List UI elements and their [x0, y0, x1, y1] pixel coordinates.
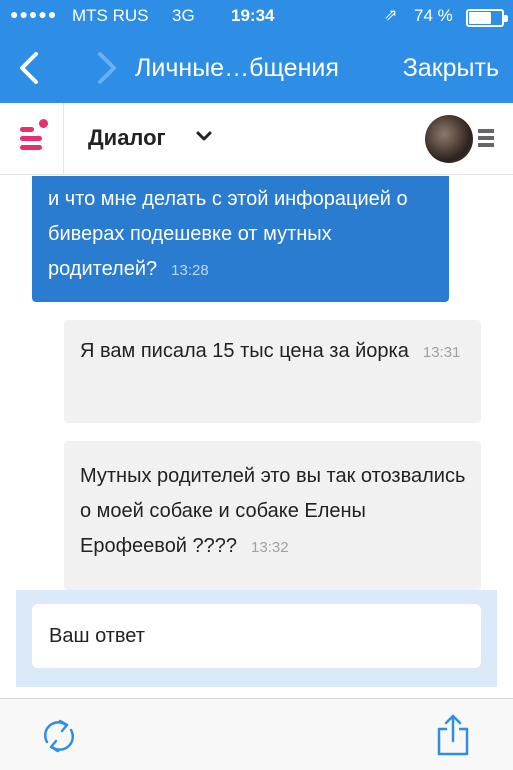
share-icon[interactable] [435, 713, 471, 757]
message-text: и что мне делать с этой инфорацией о бив… [48, 188, 408, 280]
signal-strength: ●●●●● [10, 6, 58, 22]
reply-input[interactable] [32, 604, 481, 668]
chevron-right-icon[interactable] [92, 48, 122, 88]
refresh-icon[interactable] [39, 716, 79, 756]
carrier-name: MTS RUS [72, 6, 149, 25]
message-incoming: Мутных родителей это вы так отозвались о… [64, 441, 481, 590]
message-outgoing: и что мне делать с этой инфорацией о бив… [32, 176, 449, 302]
message-list: и что мне делать с этой инфорацией о бив… [0, 176, 513, 590]
clock: 19:34 [231, 6, 275, 25]
message-time: 13:32 [251, 539, 289, 556]
battery-fill [469, 12, 492, 24]
message-incoming: Я вам писала 15 тыс цена за йорка 13:31 [64, 320, 481, 423]
location-icon: ⇗ [384, 7, 398, 24]
message-time: 13:31 [422, 344, 461, 361]
chevron-left-icon[interactable] [14, 48, 44, 88]
reply-area [16, 590, 497, 687]
bottom-toolbar [0, 698, 513, 770]
battery-percent: 74 % [414, 6, 453, 25]
message-text: Я вам писала 15 тыс цена за йорка 13:31 [80, 340, 461, 362]
menu-icon [20, 127, 34, 132]
app-header: Диалог [0, 103, 513, 175]
battery-icon [466, 9, 508, 27]
message-time: 13:28 [171, 262, 209, 279]
message-text: Мутных родителей это вы так отозвались о… [80, 465, 466, 557]
close-button[interactable]: Закрыть [403, 54, 499, 83]
dialog-title[interactable]: Диалог [88, 125, 166, 151]
notification-dot [39, 119, 48, 128]
kebab-icon[interactable] [478, 129, 496, 151]
menu-button[interactable] [0, 103, 64, 175]
avatar[interactable] [425, 115, 473, 163]
status-bar: ●●●●● MTS RUS 3G 19:34 ⇗ 74 % [0, 4, 513, 30]
page-title: Личные…бщения [135, 54, 339, 82]
chevron-down-icon[interactable] [196, 131, 212, 143]
nav-row: Личные…бщения Закрыть [0, 44, 513, 94]
network-type: 3G [172, 6, 195, 25]
top-bar: ●●●●● MTS RUS 3G 19:34 ⇗ 74 % Личные…бще… [0, 0, 513, 103]
